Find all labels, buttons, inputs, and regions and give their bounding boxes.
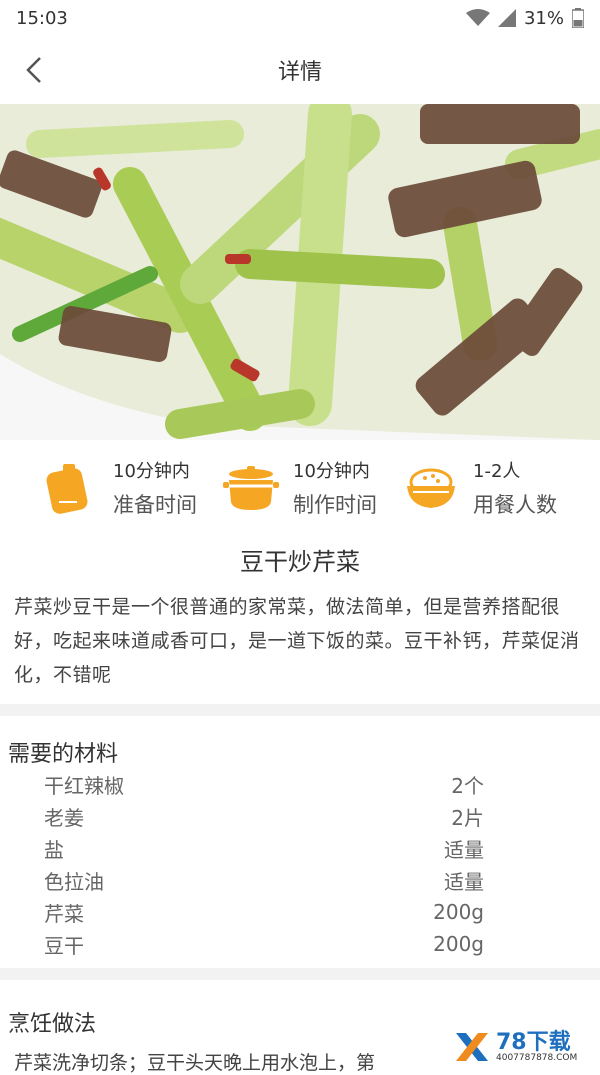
recipe-stats: 10分钟内 准备时间 10分钟内 制作时间 1-2人 用餐人数	[0, 446, 600, 530]
ingredient-name: 豆干	[44, 933, 84, 958]
ingredient-name: 老姜	[44, 805, 84, 830]
ingredient-amount: 适量	[444, 837, 484, 862]
watermark-site: 4007787878.COM	[496, 1052, 578, 1063]
prep-time-icon	[46, 464, 88, 514]
battery-percent: 31%	[523, 7, 564, 29]
dish-title: 豆干炒芹菜	[240, 548, 360, 576]
steps-title: 烹饪做法	[8, 1012, 97, 1037]
status-bar: 15:03 31%	[0, 0, 600, 36]
status-time: 15:03	[16, 7, 68, 29]
stat-value: 10分钟内	[113, 461, 190, 482]
recipe-hero-image	[0, 104, 600, 440]
ingredient-name: 芹菜	[44, 901, 84, 926]
stat-prep-time: 10分钟内 准备时间	[43, 457, 197, 519]
stat-value: 10分钟内	[293, 461, 370, 482]
site-watermark: 78下载 4007787878.COM	[450, 1027, 600, 1067]
battery-icon	[572, 8, 584, 28]
stat-value: 1-2人	[473, 461, 521, 482]
back-button[interactable]	[16, 52, 52, 88]
stat-label: 用餐人数	[473, 493, 557, 517]
ingredient-name: 色拉油	[44, 869, 104, 894]
ingredient-name: 干红辣椒	[44, 773, 124, 798]
cooking-pot-icon	[223, 466, 279, 510]
step-text: 芹菜洗净切条；豆干头天晚上用水泡上，第	[14, 1052, 376, 1074]
dish-description: 芹菜炒豆干是一个很普通的家常菜，做法简单，但是营养搭配很好，吃起来味道咸香可口，…	[14, 596, 580, 686]
page-title: 详情	[277, 60, 322, 85]
ingredients-title: 需要的材料	[8, 742, 119, 767]
ingredient-row: 干红辣椒 2个	[0, 768, 600, 800]
section-divider	[0, 704, 600, 716]
stat-label: 制作时间	[293, 493, 377, 517]
ingredients-list: 干红辣椒 2个 老姜 2片 盐 适量 色拉油 适量 芹菜 200g 豆干 200…	[0, 768, 600, 960]
chevron-left-icon	[26, 57, 41, 83]
ingredient-amount: 2片	[451, 805, 484, 830]
rice-bowl-icon	[407, 468, 455, 508]
ingredient-amount: 200g	[433, 900, 484, 924]
ingredient-amount: 2个	[451, 773, 484, 798]
wifi-icon	[465, 9, 490, 26]
ingredient-row: 芹菜 200g	[0, 896, 600, 928]
nav-bar: 详情	[0, 36, 600, 104]
stat-cook-time: 10分钟内 制作时间	[223, 457, 377, 519]
ingredient-row: 盐 适量	[0, 832, 600, 864]
section-divider	[0, 968, 600, 980]
x-logo-icon	[456, 1033, 488, 1061]
watermark-brand: 78下载	[496, 1029, 571, 1055]
ingredient-name: 盐	[44, 837, 64, 862]
ingredient-row: 老姜 2片	[0, 800, 600, 832]
signal-icon	[497, 9, 516, 27]
ingredient-amount: 适量	[444, 869, 484, 894]
stat-servings: 1-2人 用餐人数	[403, 457, 557, 519]
ingredient-row: 色拉油 适量	[0, 864, 600, 896]
stat-label: 准备时间	[113, 493, 197, 517]
ingredient-amount: 200g	[433, 932, 484, 956]
status-icons: 31%	[465, 7, 584, 29]
ingredient-row: 豆干 200g	[0, 928, 600, 960]
